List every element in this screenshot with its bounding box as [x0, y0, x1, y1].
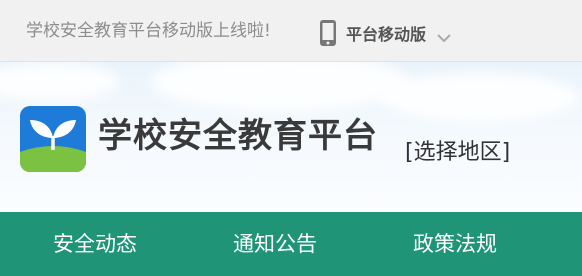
sprout-logo-icon[interactable] [20, 106, 86, 172]
mobile-version-label: 平台移动版 [346, 25, 427, 44]
nav-item-policies[interactable]: 政策法规 [413, 230, 497, 258]
nav-item-safety-news[interactable]: 安全动态 [53, 230, 137, 258]
phone-icon [318, 19, 338, 47]
top-bar: 学校安全教育平台移动版上线啦! 平台移动版 [0, 0, 582, 62]
region-select-link[interactable]: [选择地区] [405, 138, 510, 168]
background-cloud [380, 72, 580, 122]
chevron-down-icon [436, 28, 452, 43]
nav-item-notices[interactable]: 通知公告 [233, 230, 317, 258]
site-header: 学校安全教育平台 [选择地区] [0, 62, 582, 212]
background-cloud [150, 62, 410, 112]
background-cloud [0, 62, 120, 102]
main-nav: 安全动态 通知公告 政策法规 [0, 212, 582, 276]
mobile-launch-announcement[interactable]: 学校安全教育平台移动版上线啦! [26, 20, 271, 42]
site-title[interactable]: 学校安全教育平台 [98, 114, 378, 158]
mobile-version-link[interactable]: 平台移动版 [318, 20, 452, 46]
